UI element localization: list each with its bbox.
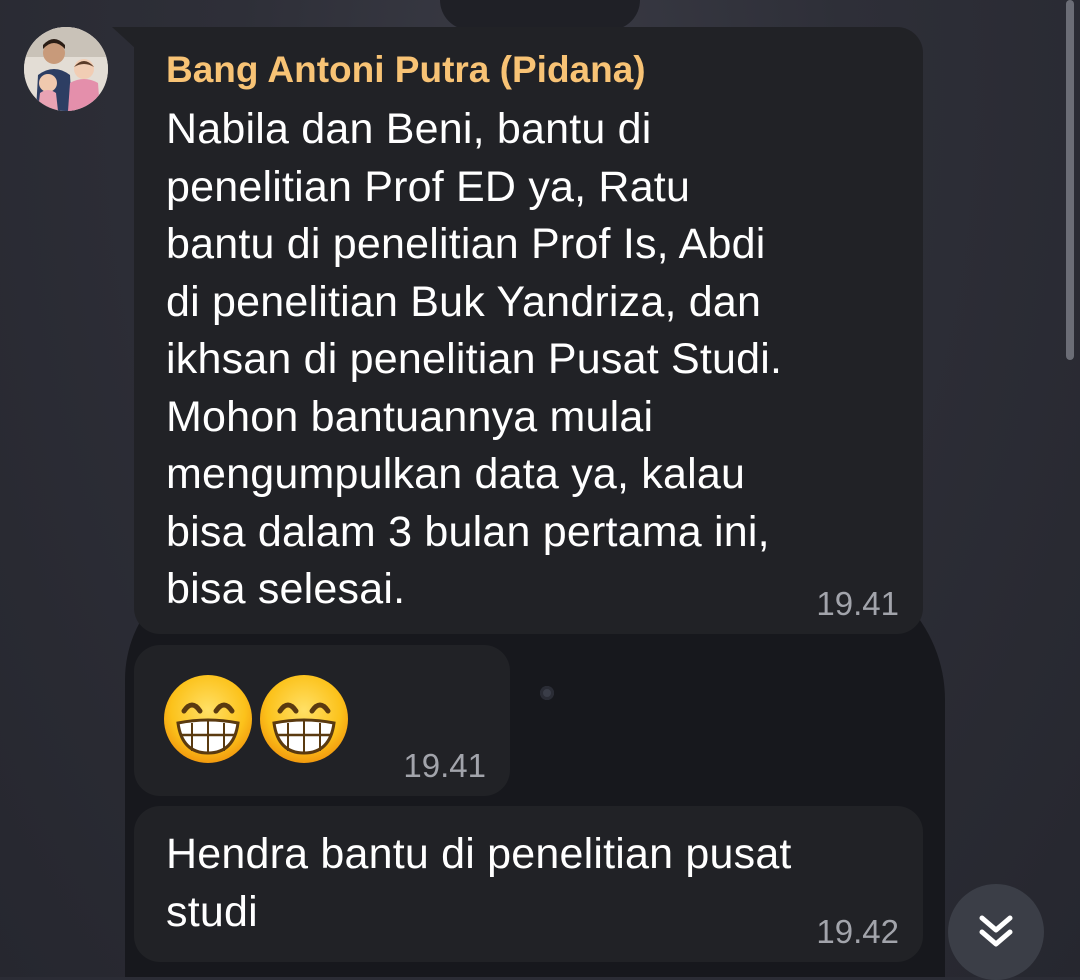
scroll-down-button[interactable] [948,884,1044,980]
sender-avatar[interactable] [24,27,108,111]
message-line: di penelitian Buk Yandriza, dan [166,277,762,326]
avatar-photo-icon [24,27,108,111]
scrollbar[interactable] [1066,0,1074,360]
message-line: Mohon bantuannya mulai [166,392,654,441]
message-time: 19.41 [403,747,486,784]
message-time: 19.42 [816,913,899,950]
message-bubble[interactable]: Hendra bantu di penelitian pusat studi 1… [134,806,923,962]
bubble-tail [112,27,136,49]
message-line: ikhsan di penelitian Pusat Studi. [166,335,783,383]
message-line: mengumpulkan data ya, kalau [166,450,746,498]
double-chevron-down-icon [979,915,1013,947]
message-bubble[interactable]: Bang Antoni Putra (Pidana) Nabila dan Be… [134,27,923,634]
message-line: penelitian Prof ED ya, Ratu [166,162,691,211]
message-line: bisa dalam 3 bulan pertama ini, [166,507,770,556]
message-line: bantu di penelitian Prof Is, Abdi [166,220,766,268]
message-time: 19.41 [816,585,899,622]
message-text: Hendra bantu di penelitian pusat studi [166,826,891,941]
message-bubble[interactable]: 19.41 [134,645,510,796]
message-line: Nabila dan Beni, bantu di [166,105,652,153]
message-line: studi [166,887,258,936]
sender-name[interactable]: Bang Antoni Putra (Pidana) [166,49,891,91]
grinning-face-with-smiling-eyes-icon [164,675,252,763]
message-line: Hendra bantu di penelitian pusat [166,830,792,878]
wallpaper-shirt-button [540,686,554,700]
message-text: Nabila dan Beni, bantu di penelitian Pro… [166,101,891,619]
wallpaper-neck [440,0,640,30]
grinning-face-with-smiling-eyes-icon [260,675,348,763]
message-line: bisa selesai. [166,565,406,613]
emoji-row [162,673,350,765]
